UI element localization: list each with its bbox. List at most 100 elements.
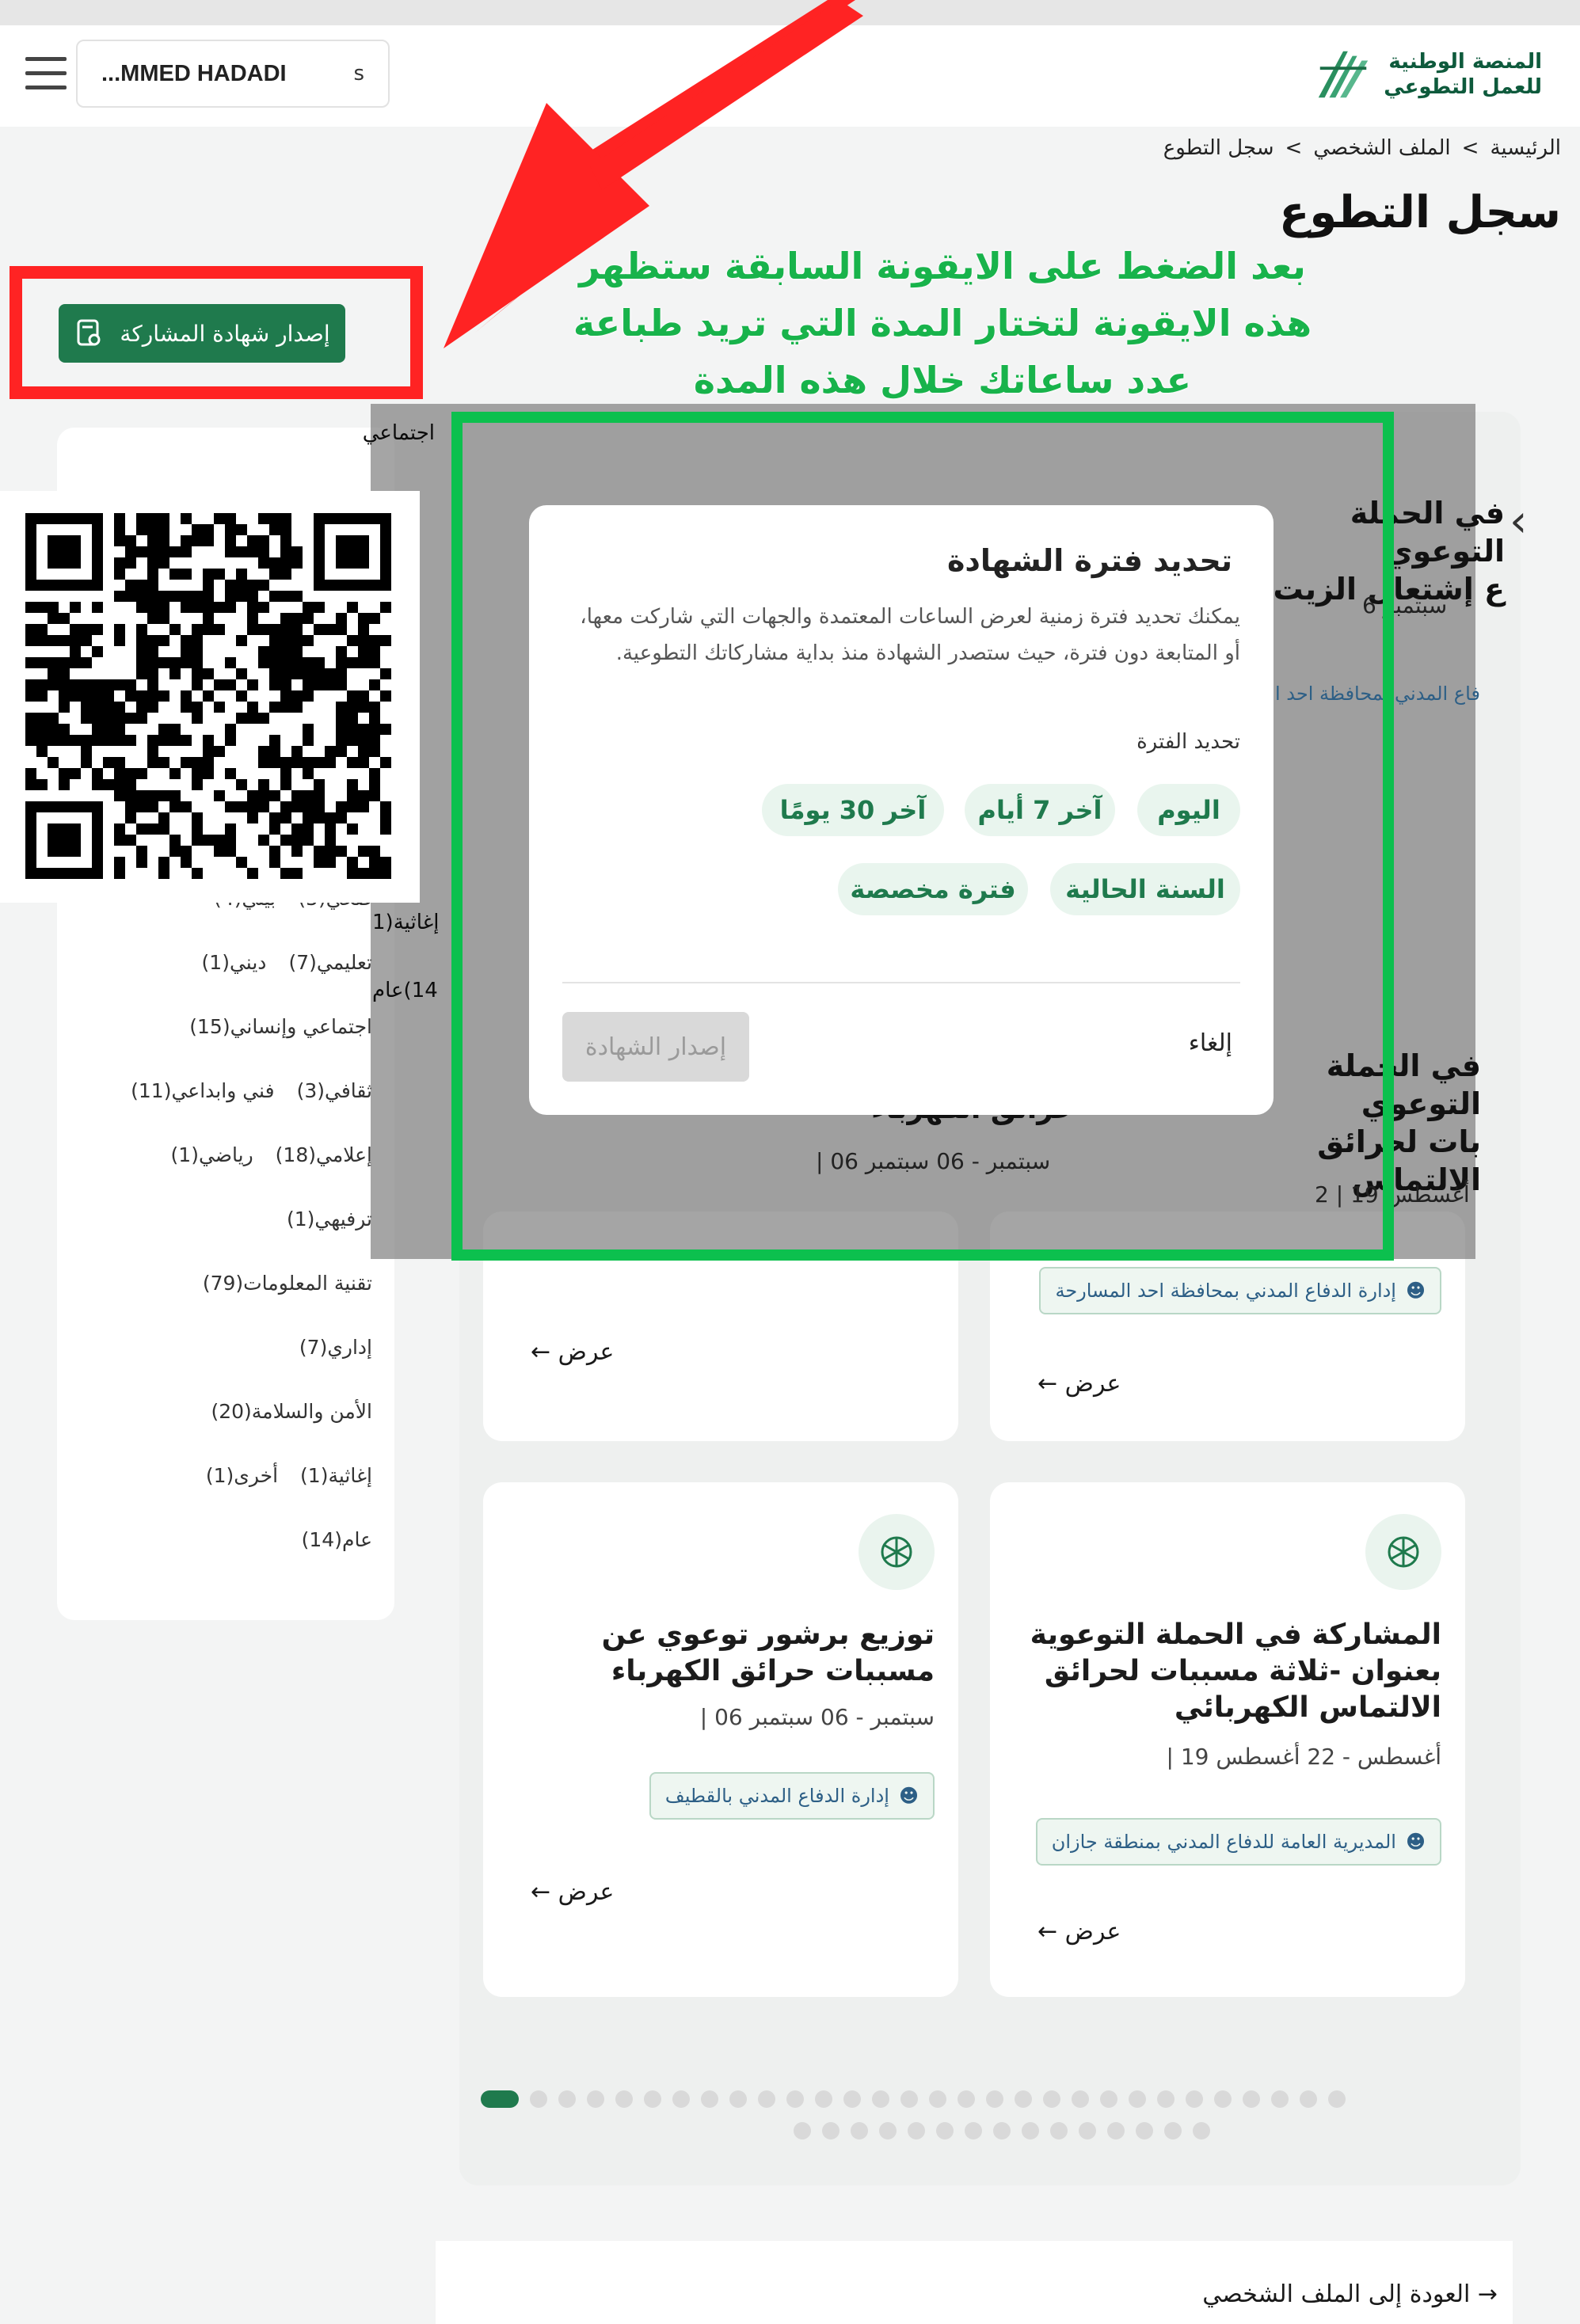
filter-row: تقنية المعلومات(79) [87, 1272, 372, 1295]
pagination-dot[interactable] [1072, 2090, 1089, 2108]
filter-row: ثقافي(3) فني وابداعي(11) [87, 1079, 372, 1102]
breadcrumb-profile[interactable]: الملف الشخصي [1313, 136, 1450, 160]
pagination-dot[interactable] [729, 2090, 747, 2108]
pagination-dot[interactable] [558, 2090, 576, 2108]
pagination-dot[interactable] [1043, 2090, 1060, 2108]
filter-row: إعلامي(18) رياضي(1) [87, 1143, 372, 1166]
pagination-dot[interactable] [900, 2090, 918, 2108]
org-icon: ☻ [898, 1785, 919, 1807]
certificate-button-label: إصدار شهادة المشاركة [120, 320, 330, 347]
filter-chip[interactable]: ديني(1) [202, 951, 267, 974]
card-date: سبتمبر - 06 سبتمبر 06 | [699, 1704, 935, 1730]
pagination-dot[interactable] [794, 2122, 811, 2140]
breadcrumb-home[interactable]: الرئيسية [1490, 136, 1561, 160]
filter-chip[interactable]: ثقافي(3) [297, 1079, 372, 1102]
breadcrumb-separator: > [1461, 136, 1479, 160]
pagination-dot[interactable] [1243, 2090, 1260, 2108]
filter-chip[interactable]: إغاثية(1) [300, 1464, 372, 1487]
pagination-dot[interactable] [1328, 2090, 1346, 2108]
pagination-dot[interactable] [1022, 2122, 1039, 2140]
qr-code-image [25, 513, 391, 879]
pagination-dot[interactable] [644, 2090, 661, 2108]
pagination-dot[interactable] [1129, 2090, 1146, 2108]
period-option-30-days[interactable]: آخر 30 يومًا [762, 784, 944, 836]
period-option-custom[interactable]: فترة مخصصة [838, 863, 1028, 915]
org-icon: ☻ [1405, 1280, 1426, 1302]
filter-chip[interactable]: إعلامي(18) [276, 1143, 372, 1166]
period-option-7-days[interactable]: آخر 7 أيام [965, 784, 1115, 836]
pagination-dot[interactable] [1136, 2122, 1153, 2140]
pagination-dot[interactable] [872, 2090, 889, 2108]
carousel-pagination [475, 2090, 1497, 2170]
period-option-current-year[interactable]: السنة الحالية [1050, 863, 1240, 915]
card-view-link[interactable]: عرض ← [1037, 1918, 1121, 1946]
platform-logo[interactable]: المنصة الوطنية للعمل التطوعي [1312, 41, 1542, 108]
pagination-dot[interactable] [993, 2122, 1011, 2140]
page-title: سجل التطوع [1279, 187, 1561, 238]
user-name: ...MMED HADADI [101, 60, 287, 86]
issue-participation-certificate-button[interactable]: إصدار شهادة المشاركة [59, 304, 345, 363]
pagination-dot[interactable] [758, 2090, 775, 2108]
card-view-link[interactable]: عرض ← [531, 1878, 614, 1906]
user-initial: s [353, 62, 364, 86]
filter-chip[interactable]: ترفيهي(1) [287, 1208, 372, 1230]
pagination-dot[interactable] [1079, 2122, 1096, 2140]
card-org-tag: ☻ إدارة الدفاع المدني بمحافظة احد المسار… [1039, 1267, 1441, 1314]
filter-chip[interactable]: اجتماعي وإنساني(15) [189, 1015, 372, 1038]
pagination-dot[interactable] [986, 2090, 1003, 2108]
period-option-today[interactable]: اليوم [1137, 784, 1240, 836]
pagination-dot[interactable] [672, 2090, 690, 2108]
filter-chip[interactable]: تعليمي(7) [288, 951, 372, 974]
pagination-dot[interactable] [908, 2122, 925, 2140]
issue-certificate-disabled-button[interactable]: إصدار الشهادة [562, 1012, 749, 1082]
pagination-dot[interactable] [1050, 2122, 1068, 2140]
filter-chips: صحي(5)بيئي(4)تعليمي(7)ديني(1)اجتماعي وإن… [87, 887, 372, 1599]
pagination-dot[interactable] [701, 2090, 718, 2108]
pagination-dot[interactable] [1193, 2122, 1210, 2140]
pagination-dot[interactable] [843, 2090, 861, 2108]
chevron-left-icon[interactable]: › [1510, 496, 1527, 547]
pagination-dot[interactable] [1100, 2090, 1117, 2108]
cancel-button[interactable]: إلغاء [1189, 1029, 1232, 1057]
pagination-dot[interactable] [1300, 2090, 1317, 2108]
pagination-dot[interactable] [1164, 2122, 1182, 2140]
pagination-dot[interactable] [615, 2090, 633, 2108]
pagination-dot[interactable] [815, 2090, 832, 2108]
card-title: المشاركة في الحملة التوعوية بعنوان -ثلاث… [1030, 1618, 1441, 1724]
modal-divider [562, 982, 1240, 983]
pagination-dot[interactable] [481, 2090, 519, 2108]
pagination-dot[interactable] [1015, 2090, 1032, 2108]
card-view-link[interactable]: عرض ← [531, 1338, 614, 1366]
pagination-dot[interactable] [1271, 2090, 1289, 2108]
back-to-profile-link[interactable]: → العودة إلى الملف الشخصي [1202, 2280, 1498, 2308]
user-menu-button[interactable]: ...MMED HADADI s [76, 40, 390, 108]
filter-chip[interactable]: رياضي(1) [171, 1143, 253, 1166]
filter-chip[interactable]: فني وابداعي(11) [131, 1079, 274, 1102]
menu-icon[interactable] [25, 57, 67, 90]
pagination-dot[interactable] [1186, 2090, 1203, 2108]
pagination-dot[interactable] [851, 2122, 868, 2140]
filter-chip[interactable]: أخرى(1) [206, 1464, 278, 1487]
pagination-dot[interactable] [958, 2090, 975, 2108]
filter-chip[interactable]: إداري(7) [299, 1336, 372, 1359]
card-view-link[interactable]: عرض ← [1037, 1370, 1121, 1398]
pagination-dot[interactable] [936, 2122, 954, 2140]
annotation-text: بعد الضغط على الايقونة السابقة ستظهر هذه… [554, 238, 1331, 409]
pagination-dot[interactable] [587, 2090, 604, 2108]
pagination-dot[interactable] [1157, 2090, 1175, 2108]
pagination-dot[interactable] [1107, 2122, 1125, 2140]
qr-code [0, 491, 420, 903]
pagination-dot[interactable] [786, 2090, 804, 2108]
pagination-dot[interactable] [929, 2090, 946, 2108]
pagination-dot[interactable] [530, 2090, 547, 2108]
annotation-line: عدد ساعاتك خلال هذه المدة [693, 359, 1192, 401]
pagination-dot[interactable] [965, 2122, 982, 2140]
filter-chip[interactable]: تقنية المعلومات(79) [203, 1272, 372, 1295]
filter-chip[interactable]: الأمن والسلامة(20) [211, 1400, 372, 1423]
pagination-dot[interactable] [822, 2122, 839, 2140]
pagination-dot[interactable] [879, 2122, 897, 2140]
pagination-dot[interactable] [1214, 2090, 1232, 2108]
filter-chip[interactable]: عام(14) [302, 1528, 372, 1551]
card-org-name: المديرية العامة للدفاع المدني بمنطقة جاز… [1051, 1831, 1396, 1853]
logo-mark-icon [1319, 51, 1369, 98]
